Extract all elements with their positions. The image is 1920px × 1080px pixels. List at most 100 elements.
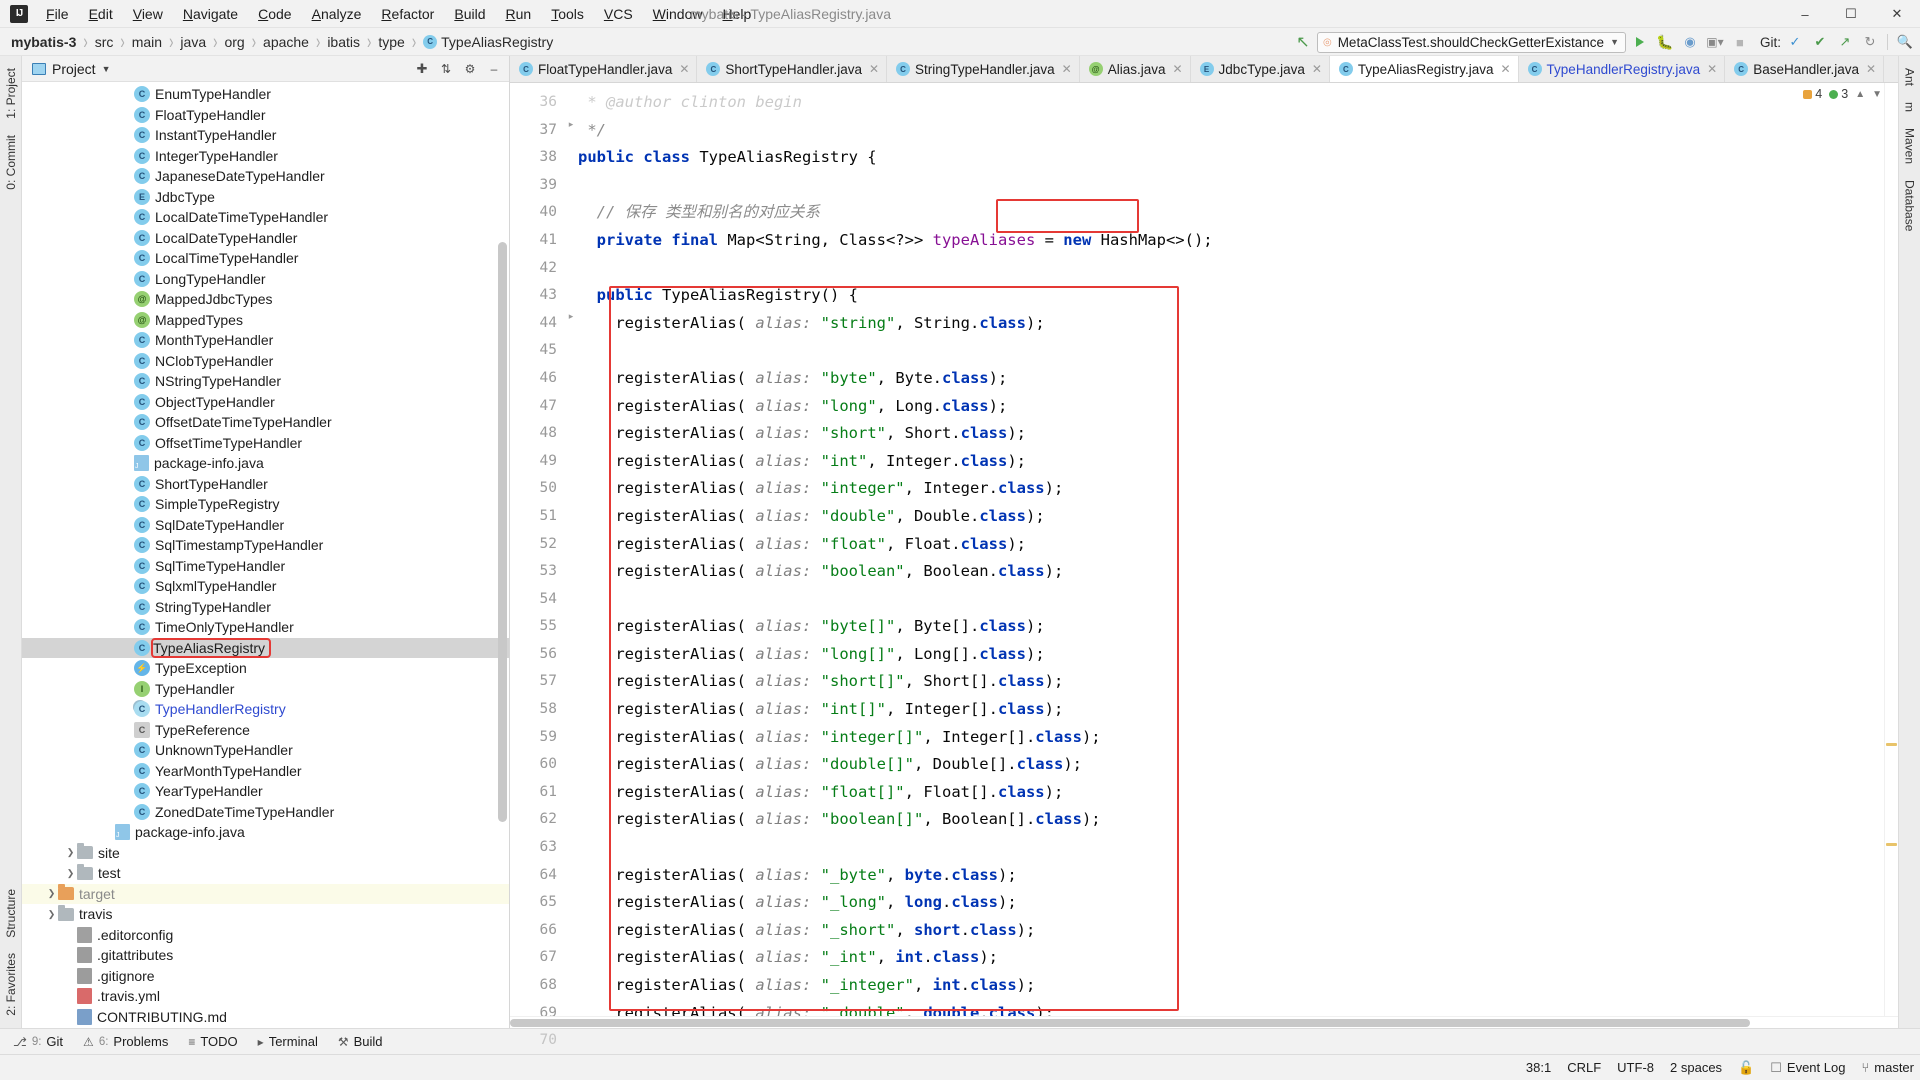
tree-item-objecttypehandler[interactable]: CObjectTypeHandler [22, 392, 509, 413]
editor-tab-typehandlerregistry-java[interactable]: CTypeHandlerRegistry.java✕ [1519, 56, 1726, 82]
run-icon[interactable] [1629, 31, 1651, 53]
editor-tab-floattypehandler-java[interactable]: CFloatTypeHandler.java✕ [510, 56, 697, 82]
tree-item-yearmonthtypehandler[interactable]: CYearMonthTypeHandler [22, 761, 509, 782]
tree-item-yeartypehandler[interactable]: CYearTypeHandler [22, 781, 509, 802]
menu-item-run[interactable]: Run [495, 3, 541, 25]
fold-marker-icon[interactable]: ▸ [566, 119, 576, 129]
close-icon[interactable]: ✕ [1707, 62, 1717, 76]
tree-item-sqltimetypehandler[interactable]: CSqlTimeTypeHandler [22, 556, 509, 577]
code-line[interactable]: registerAlias( alias: "_byte", byte.clas… [578, 862, 1884, 890]
git-branch-widget[interactable]: ⑂ master [1861, 1060, 1914, 1075]
breadcrumb-item-mybatis-3[interactable]: mybatis-3 [8, 32, 79, 52]
marker-warning[interactable] [1886, 743, 1897, 746]
close-icon[interactable]: ✕ [1866, 62, 1876, 76]
tree-item-jdbctype[interactable]: EJdbcType [22, 187, 509, 208]
code-line[interactable]: registerAlias( alias: "boolean[]", Boole… [578, 806, 1884, 834]
tree-item-sqltimestamptypehandler[interactable]: CSqlTimestampTypeHandler [22, 535, 509, 556]
tree-item-sqlxmltypehandler[interactable]: CSqlxmlTypeHandler [22, 576, 509, 597]
code-line[interactable]: registerAlias( alias: "integer[]", Integ… [578, 724, 1884, 752]
scrollbar-thumb[interactable] [510, 1019, 1750, 1027]
stop-icon[interactable]: ■ [1729, 31, 1751, 53]
rail-tab-m[interactable]: m [1900, 94, 1920, 120]
project-panel-title-group[interactable]: Project ▼ [26, 61, 111, 77]
tree-item-icla[interactable]: ICLA [22, 1027, 509, 1028]
tool-window-terminal[interactable]: ▸Terminal [249, 1031, 327, 1052]
code-line[interactable]: private final Map<String, Class<?>> type… [578, 227, 1884, 255]
code-line[interactable]: registerAlias( alias: "boolean", Boolean… [578, 558, 1884, 586]
close-icon[interactable]: ✕ [1500, 62, 1510, 76]
code-line[interactable] [578, 337, 1884, 365]
code-editor[interactable]: 3637383940414243444546474849505152535455… [510, 83, 1898, 1016]
tree-item-offsetdatetimetypehandler[interactable]: COffsetDateTimeTypeHandler [22, 412, 509, 433]
code-line[interactable]: registerAlias( alias: "long[]", Long[].c… [578, 641, 1884, 669]
tree-item-instanttypehandler[interactable]: CInstantTypeHandler [22, 125, 509, 146]
code-line[interactable]: registerAlias( alias: "int[]", Integer[]… [578, 696, 1884, 724]
tree-item-localdatetimetypehandler[interactable]: CLocalDateTimeTypeHandler [22, 207, 509, 228]
code-line[interactable]: registerAlias( alias: "integer", Integer… [578, 475, 1884, 503]
update-project-icon[interactable]: ✓ [1784, 31, 1806, 53]
project-tree[interactable]: CEnumTypeHandlerCFloatTypeHandlerCInstan… [22, 82, 509, 1028]
source-code[interactable]: * @author clinton begin */public class T… [578, 83, 1884, 1016]
tree-item-sqldatetypehandler[interactable]: CSqlDateTypeHandler [22, 515, 509, 536]
tree-item-target[interactable]: ❯target [22, 884, 509, 905]
tree-item-shorttypehandler[interactable]: CShortTypeHandler [22, 474, 509, 495]
code-line[interactable]: registerAlias( alias: "double[]", Double… [578, 751, 1884, 779]
code-line[interactable]: public class TypeAliasRegistry { [578, 144, 1884, 172]
breadcrumb-item-org[interactable]: org [221, 32, 247, 52]
editor-marker-scrollbar[interactable] [1884, 83, 1898, 1016]
code-line[interactable]: registerAlias( alias: "byte[]", Byte[].c… [578, 613, 1884, 641]
breadcrumb-item-src[interactable]: src [92, 32, 117, 52]
project-tree-scrollbar[interactable] [498, 242, 507, 822]
tree-item--gitignore[interactable]: .gitignore [22, 966, 509, 987]
expand-arrow-icon[interactable]: ❯ [64, 847, 77, 858]
code-line[interactable]: registerAlias( alias: "float[]", Float[]… [578, 779, 1884, 807]
code-line[interactable]: registerAlias( alias: "long", Long.class… [578, 393, 1884, 421]
code-line[interactable]: registerAlias( alias: "int", Integer.cla… [578, 448, 1884, 476]
code-line[interactable]: registerAlias( alias: "_int", int.class)… [578, 944, 1884, 972]
tree-item-typeexception[interactable]: ⚡TypeException [22, 658, 509, 679]
locate-icon[interactable]: ✚ [411, 58, 433, 80]
caret-position[interactable]: 38:1 [1526, 1060, 1551, 1075]
rail-tab-database[interactable]: Database [1900, 172, 1920, 239]
collapse-all-icon[interactable]: ⇅ [435, 58, 457, 80]
tree-item-package-info-java[interactable]: Jpackage-info.java [22, 453, 509, 474]
menu-item-code[interactable]: Code [248, 3, 301, 25]
tool-window-problems[interactable]: ⚠6:Problems [74, 1031, 177, 1052]
tree-item-enumtypehandler[interactable]: CEnumTypeHandler [22, 84, 509, 105]
tree-item-localtimetypehandler[interactable]: CLocalTimeTypeHandler [22, 248, 509, 269]
marker-warning[interactable] [1886, 843, 1897, 846]
menu-item-vcs[interactable]: VCS [594, 3, 643, 25]
rail-tab-ant[interactable]: Ant [1900, 60, 1920, 94]
tree-item-nclobtypehandler[interactable]: CNClobTypeHandler [22, 351, 509, 372]
editor-tab-shorttypehandler-java[interactable]: CShortTypeHandler.java✕ [697, 56, 887, 82]
maximize-button[interactable]: ☐ [1828, 0, 1874, 28]
coverage-icon[interactable]: ◉ [1679, 31, 1701, 53]
commit-icon[interactable]: ✔ [1809, 31, 1831, 53]
code-line[interactable]: registerAlias( alias: "_short", short.cl… [578, 917, 1884, 945]
file-encoding[interactable]: UTF-8 [1617, 1060, 1654, 1075]
tree-item-japanesedatetypehandler[interactable]: CJapaneseDateTypeHandler [22, 166, 509, 187]
menu-item-file[interactable]: File [36, 3, 79, 25]
menu-item-view[interactable]: View [123, 3, 173, 25]
rail-tab-structure[interactable]: Structure [1, 881, 21, 946]
code-line[interactable] [578, 586, 1884, 614]
warning-count-chip[interactable]: 3 [1829, 87, 1848, 101]
chevron-down-icon[interactable]: ▼ [1872, 89, 1882, 100]
debug-icon[interactable]: 🐛 [1654, 31, 1676, 53]
code-line[interactable]: * @author clinton begin [578, 89, 1884, 117]
breadcrumb-item-type[interactable]: type [375, 32, 407, 52]
tree-item-longtypehandler[interactable]: CLongTypeHandler [22, 269, 509, 290]
tree-item-monthtypehandler[interactable]: CMonthTypeHandler [22, 330, 509, 351]
code-line[interactable]: registerAlias( alias: "short", Short.cla… [578, 420, 1884, 448]
chevron-up-icon[interactable]: ▲ [1855, 89, 1865, 100]
fold-marker-icon[interactable]: ▸ [566, 311, 576, 321]
hide-icon[interactable]: – [483, 58, 505, 80]
close-icon[interactable]: ✕ [869, 62, 879, 76]
menu-item-build[interactable]: Build [444, 3, 495, 25]
tree-item-stringtypehandler[interactable]: CStringTypeHandler [22, 597, 509, 618]
code-line[interactable] [578, 834, 1884, 862]
tree-item-unknowntypehandler[interactable]: CUnknownTypeHandler [22, 740, 509, 761]
breadcrumb-item-typealiasregistry[interactable]: CTypeAliasRegistry [420, 32, 556, 52]
code-line[interactable]: registerAlias( alias: "double", Double.c… [578, 503, 1884, 531]
back-arrow-icon[interactable]: ↖ [1292, 31, 1314, 53]
